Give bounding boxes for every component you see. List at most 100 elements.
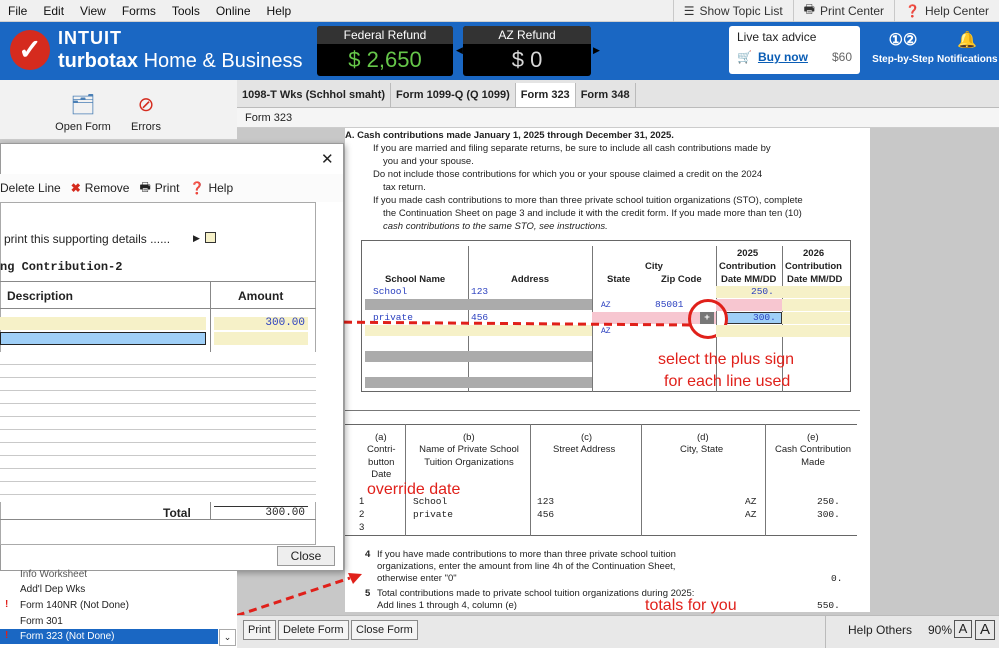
- row1-address-field[interactable]: 123: [471, 286, 488, 299]
- col-e: (e): [807, 432, 819, 443]
- intuit-logo: INTUIT: [58, 28, 122, 48]
- bullet-text: If you are married and filing separate r…: [373, 143, 771, 154]
- tab-form-323[interactable]: Form 323: [515, 83, 576, 107]
- line2-address[interactable]: 456: [537, 509, 554, 522]
- bullet-text: cash contributions to the same STO, see …: [383, 221, 608, 232]
- row1-school-field[interactable]: School: [373, 286, 407, 299]
- remove-button[interactable]: ✖ Remove: [71, 181, 130, 195]
- row3-address-field[interactable]: 456: [471, 312, 488, 325]
- row2-zip-field[interactable]: 85001: [655, 299, 684, 312]
- print-button[interactable]: 🖶 Print: [139, 178, 179, 199]
- row1-amount-field[interactable]: 250.: [751, 286, 774, 299]
- print-label: Print: [154, 181, 180, 195]
- line5-amount: 550.: [817, 600, 840, 611]
- col-c-label: Street Address: [553, 444, 616, 455]
- line4-amount[interactable]: 0.: [831, 573, 842, 586]
- line4-text: organizations, enter the amount from lin…: [377, 561, 676, 572]
- list-icon: ☰: [683, 3, 695, 18]
- help-others-button[interactable]: Help Others: [825, 615, 919, 648]
- close-form-button[interactable]: Close Form: [351, 620, 418, 640]
- menu-view[interactable]: View: [72, 4, 114, 18]
- help-icon: ❓: [189, 181, 205, 195]
- annotation-plus-2: for each line used: [664, 373, 791, 390]
- row4-state-field[interactable]: AZ: [601, 326, 611, 339]
- list-item-selected[interactable]: Form 323 (Not Done): [20, 631, 114, 642]
- federal-refund-box[interactable]: Federal Refund $ 2,650: [317, 26, 453, 76]
- notifications-button[interactable]: 🔔 Notifications: [937, 30, 998, 65]
- col-c: (c): [581, 432, 593, 443]
- tab-form-348[interactable]: Form 348: [575, 83, 636, 107]
- printer-icon: 🖶: [139, 179, 151, 194]
- currency-sign: $: [348, 47, 361, 72]
- col-2026-contribution: Contribution: [785, 261, 842, 272]
- delete-line-button[interactable]: Delete Line: [0, 181, 61, 195]
- print-form-button[interactable]: Print: [243, 620, 276, 640]
- federal-refund-amount: $ 2,650: [317, 47, 453, 73]
- help-button[interactable]: ❓ Help: [189, 181, 233, 195]
- step-by-step-label: Step-by-Step: [872, 54, 934, 65]
- open-form-button[interactable]: 🗂 Open Form: [55, 92, 111, 133]
- line1-state[interactable]: AZ: [745, 496, 756, 509]
- row2-state-field[interactable]: AZ: [601, 300, 611, 313]
- col-d-label: City, State: [680, 444, 724, 455]
- list-item[interactable]: Form 301: [20, 616, 63, 627]
- section-a-title: A. Cash contributions made January 1, 20…: [345, 130, 674, 141]
- turbotax-check-icon: ✓: [10, 30, 50, 70]
- details-title: ng Contribution-2: [0, 260, 123, 274]
- turbotax-wordmark: turbotax: [58, 50, 138, 72]
- product-name: turbotax Home & Business: [58, 50, 303, 73]
- federal-refund-label: Federal Refund: [317, 26, 453, 44]
- print-center-button[interactable]: 🖶 Print Center: [792, 0, 894, 22]
- help-center-button[interactable]: ❓ Help Center: [894, 0, 999, 22]
- font-increase-icon[interactable]: A: [975, 620, 995, 640]
- list-item[interactable]: Form 140NR (Not Done): [20, 600, 129, 611]
- list-item[interactable]: Info Worksheet: [20, 569, 87, 580]
- bullet-text: tax return.: [383, 182, 426, 193]
- menu-online[interactable]: Online: [208, 4, 259, 18]
- total-amount: 300.00: [214, 506, 308, 519]
- row3-school-field[interactable]: private: [373, 312, 413, 325]
- line2-state[interactable]: AZ: [745, 509, 756, 522]
- errors-button[interactable]: ⊘ Errors: [126, 92, 166, 133]
- line2-name[interactable]: private: [413, 509, 453, 522]
- close-icon[interactable]: ✕: [321, 150, 334, 168]
- az-refund-box[interactable]: AZ Refund $ 0: [463, 26, 591, 76]
- tab-1099q[interactable]: Form 1099-Q (Q 1099): [391, 83, 516, 107]
- list-item[interactable]: Add'l Dep Wks: [20, 584, 85, 595]
- line-number: 2: [359, 509, 365, 520]
- menu-help[interactable]: Help: [259, 4, 300, 18]
- font-decrease-icon[interactable]: A: [954, 620, 972, 638]
- menu-edit[interactable]: Edit: [35, 4, 72, 18]
- show-topic-list-button[interactable]: ☰ Show Topic List: [672, 0, 793, 22]
- close-button[interactable]: Close: [277, 546, 335, 566]
- detail-row-2-desc[interactable]: [0, 332, 206, 345]
- line1-address[interactable]: 123: [537, 496, 554, 509]
- live-tax-advice-box: Live tax advice 🛒 Buy now $60: [729, 26, 860, 74]
- error-icon: ⊘: [137, 94, 155, 116]
- bell-icon: 🔔: [957, 32, 977, 49]
- forms-list: Info Worksheet Add'l Dep Wks ! Form 140N…: [0, 569, 237, 648]
- menu-file[interactable]: File: [0, 4, 35, 18]
- annotation-override-date: override date: [367, 481, 461, 498]
- menu-tools[interactable]: Tools: [164, 4, 208, 18]
- chevron-down-icon[interactable]: ⌄: [219, 629, 236, 646]
- buy-now-link[interactable]: Buy now: [758, 50, 808, 64]
- print-details-checkbox[interactable]: [205, 232, 216, 243]
- detail-row-1-desc[interactable]: [0, 317, 206, 330]
- help-label: Help: [208, 181, 234, 195]
- tab-1098t[interactable]: 1098-T Wks (Schhol smaht): [237, 83, 392, 107]
- annotation-totals: totals for you: [645, 597, 737, 614]
- bullet-text: the Continuation Sheet on page 3 and inc…: [383, 208, 802, 219]
- line2-amount: 300.: [817, 509, 840, 520]
- menu-forms[interactable]: Forms: [114, 4, 164, 18]
- open-form-label: Open Form: [55, 121, 111, 133]
- col-city: City: [645, 261, 663, 272]
- remove-label: Remove: [84, 181, 130, 195]
- delete-form-button[interactable]: Delete Form: [278, 620, 349, 640]
- row3-amount-field[interactable]: 300.: [753, 312, 776, 325]
- detail-row-1-amount[interactable]: 300.00: [214, 317, 308, 330]
- detail-row-2-amount[interactable]: [214, 332, 308, 345]
- step-by-step-button[interactable]: ①② Step-by-Step: [872, 30, 934, 65]
- bullet-text: you and your spouse.: [383, 156, 474, 167]
- edition-name: Home & Business: [143, 50, 303, 72]
